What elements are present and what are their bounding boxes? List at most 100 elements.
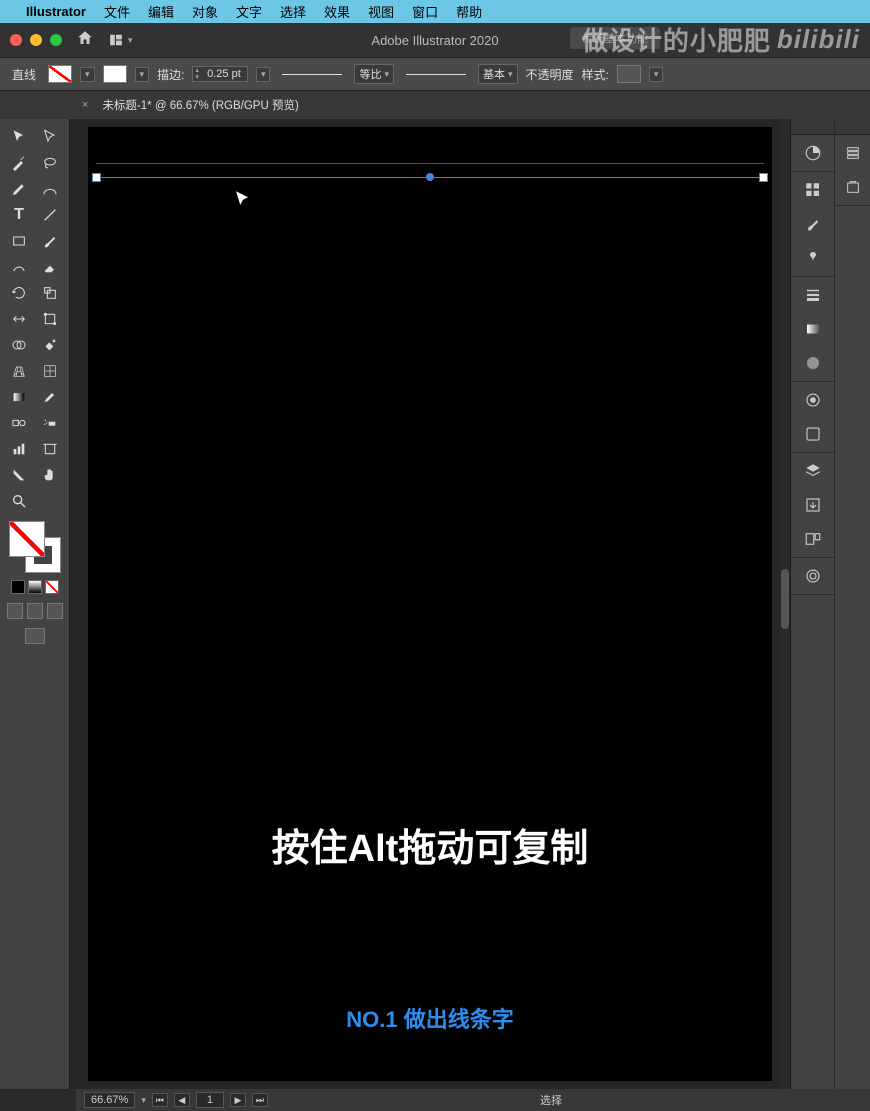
- gradient-panel-icon[interactable]: [799, 317, 827, 341]
- hand-tool[interactable]: [37, 463, 64, 486]
- selected-line-object[interactable]: [96, 177, 764, 178]
- libraries-panel-icon[interactable]: [799, 564, 827, 588]
- menu-view[interactable]: 视图: [368, 2, 394, 21]
- asset-export-panel-icon[interactable]: [799, 493, 827, 517]
- fill-box[interactable]: [9, 521, 45, 557]
- stroke-panel-icon[interactable]: [799, 283, 827, 307]
- graphic-style-dropdown[interactable]: [649, 67, 664, 82]
- eraser-tool[interactable]: [37, 255, 64, 278]
- lasso-tool[interactable]: [37, 151, 64, 174]
- curvature-tool[interactable]: [37, 177, 64, 200]
- scale-tool[interactable]: [37, 281, 64, 304]
- gradient-tool[interactable]: [6, 385, 33, 408]
- mesh-tool[interactable]: [37, 359, 64, 382]
- stroke-weight-input[interactable]: [201, 68, 247, 80]
- document-tab[interactable]: 未标题-1* @ 66.67% (RGB/GPU 预览): [94, 93, 306, 117]
- live-paint-tool[interactable]: [37, 333, 64, 356]
- draw-inside-icon[interactable]: [47, 603, 63, 619]
- menu-type[interactable]: 文字: [236, 2, 262, 21]
- menu-help[interactable]: 帮助: [456, 2, 482, 21]
- perspective-grid-tool[interactable]: [6, 359, 33, 382]
- graphic-style-swatch[interactable]: [617, 65, 641, 83]
- eyedropper-tool[interactable]: [37, 385, 64, 408]
- width-tool[interactable]: [6, 307, 33, 330]
- brush-dropdown[interactable]: 基本: [478, 64, 518, 84]
- minimize-window-button[interactable]: [30, 34, 42, 46]
- color-mode-swatches: [11, 580, 59, 594]
- appearance-panel-icon[interactable]: [799, 388, 827, 412]
- color-mode-gradient[interactable]: [28, 580, 42, 594]
- next-artboard-button[interactable]: ▶: [230, 1093, 246, 1107]
- screen-mode-button[interactable]: [25, 628, 45, 644]
- app-menu[interactable]: Illustrator: [26, 4, 86, 19]
- paintbrush-tool[interactable]: [37, 229, 64, 252]
- tool-placeholder[interactable]: [37, 489, 64, 512]
- color-mode-solid[interactable]: [11, 580, 25, 594]
- last-artboard-button[interactable]: ⏭: [252, 1093, 268, 1107]
- column-graph-tool[interactable]: [6, 437, 33, 460]
- profile-dropdown[interactable]: 等比: [354, 64, 394, 84]
- home-icon[interactable]: [76, 29, 94, 52]
- type-tool[interactable]: T: [6, 203, 33, 226]
- stroke-swatch[interactable]: [103, 65, 127, 83]
- stroke-weight-stepper[interactable]: ▴▾: [192, 66, 248, 82]
- stroke-weight-dropdown[interactable]: [256, 67, 271, 82]
- scrollbar-thumb[interactable]: [781, 569, 789, 629]
- symbol-sprayer-tool[interactable]: [37, 411, 64, 434]
- rectangle-tool[interactable]: [6, 229, 33, 252]
- fill-swatch[interactable]: [48, 65, 72, 83]
- menu-select[interactable]: 选择: [280, 2, 306, 21]
- draw-behind-icon[interactable]: [27, 603, 43, 619]
- artboard-number[interactable]: 1: [196, 1092, 224, 1108]
- color-panel-icon[interactable]: [799, 141, 827, 165]
- menu-window[interactable]: 窗口: [412, 2, 438, 21]
- close-window-button[interactable]: [10, 34, 22, 46]
- menu-object[interactable]: 对象: [192, 2, 218, 21]
- symbols-panel-icon[interactable]: [799, 246, 827, 270]
- menu-edit[interactable]: 编辑: [148, 2, 174, 21]
- menu-effect[interactable]: 效果: [324, 2, 350, 21]
- transparency-panel-icon[interactable]: [799, 351, 827, 375]
- stroke-dropdown[interactable]: [135, 67, 150, 82]
- line-segment-tool[interactable]: [37, 203, 64, 226]
- properties-panel-icon[interactable]: [839, 141, 867, 165]
- graphic-styles-panel-icon[interactable]: [799, 422, 827, 446]
- menu-file[interactable]: 文件: [104, 2, 130, 21]
- panel-collapse-handle[interactable]: [791, 119, 834, 135]
- libraries-cc-icon[interactable]: [839, 175, 867, 199]
- rotate-tool[interactable]: [6, 281, 33, 304]
- fullscreen-window-button[interactable]: [50, 34, 62, 46]
- shaper-tool[interactable]: [6, 255, 33, 278]
- brushes-panel-icon[interactable]: [799, 212, 827, 236]
- selection-tool[interactable]: [6, 125, 33, 148]
- shape-builder-tool[interactable]: [6, 333, 33, 356]
- magic-wand-tool[interactable]: [6, 151, 33, 174]
- artboard-tool[interactable]: [37, 437, 64, 460]
- slice-tool[interactable]: [6, 463, 33, 486]
- free-transform-tool[interactable]: [37, 307, 64, 330]
- pen-tool[interactable]: [6, 177, 33, 200]
- artboard[interactable]: 按住Alt拖动可复制 NO.1 做出线条字: [88, 127, 772, 1081]
- selection-status: 选择: [540, 1092, 562, 1108]
- zoom-level[interactable]: 66.67%: [84, 1092, 135, 1108]
- direct-selection-tool[interactable]: [37, 125, 64, 148]
- selection-midpoint-handle[interactable]: [426, 173, 434, 181]
- profile-sample-icon: [282, 74, 342, 75]
- close-tab-button[interactable]: ×: [82, 99, 88, 111]
- draw-normal-icon[interactable]: [7, 603, 23, 619]
- fill-stroke-indicator[interactable]: [9, 521, 61, 573]
- artboards-panel-icon[interactable]: [799, 527, 827, 551]
- zoom-tool[interactable]: [6, 489, 33, 512]
- blend-tool[interactable]: [6, 411, 33, 434]
- prev-artboard-button[interactable]: ◀: [174, 1093, 190, 1107]
- first-artboard-button[interactable]: ⏮: [152, 1093, 168, 1107]
- swatches-panel-icon[interactable]: [799, 178, 827, 202]
- workspace-switcher[interactable]: 传统基本功能: [570, 27, 660, 49]
- arrange-documents-icon[interactable]: ▾: [108, 33, 133, 47]
- panel-collapse-handle-2[interactable]: [835, 119, 870, 135]
- canvas-viewport[interactable]: 按住Alt拖动可复制 NO.1 做出线条字: [74, 119, 786, 1089]
- color-mode-none[interactable]: [45, 580, 59, 594]
- vertical-scrollbar[interactable]: [780, 119, 790, 1089]
- layers-panel-icon[interactable]: [799, 459, 827, 483]
- fill-dropdown[interactable]: [80, 67, 95, 82]
